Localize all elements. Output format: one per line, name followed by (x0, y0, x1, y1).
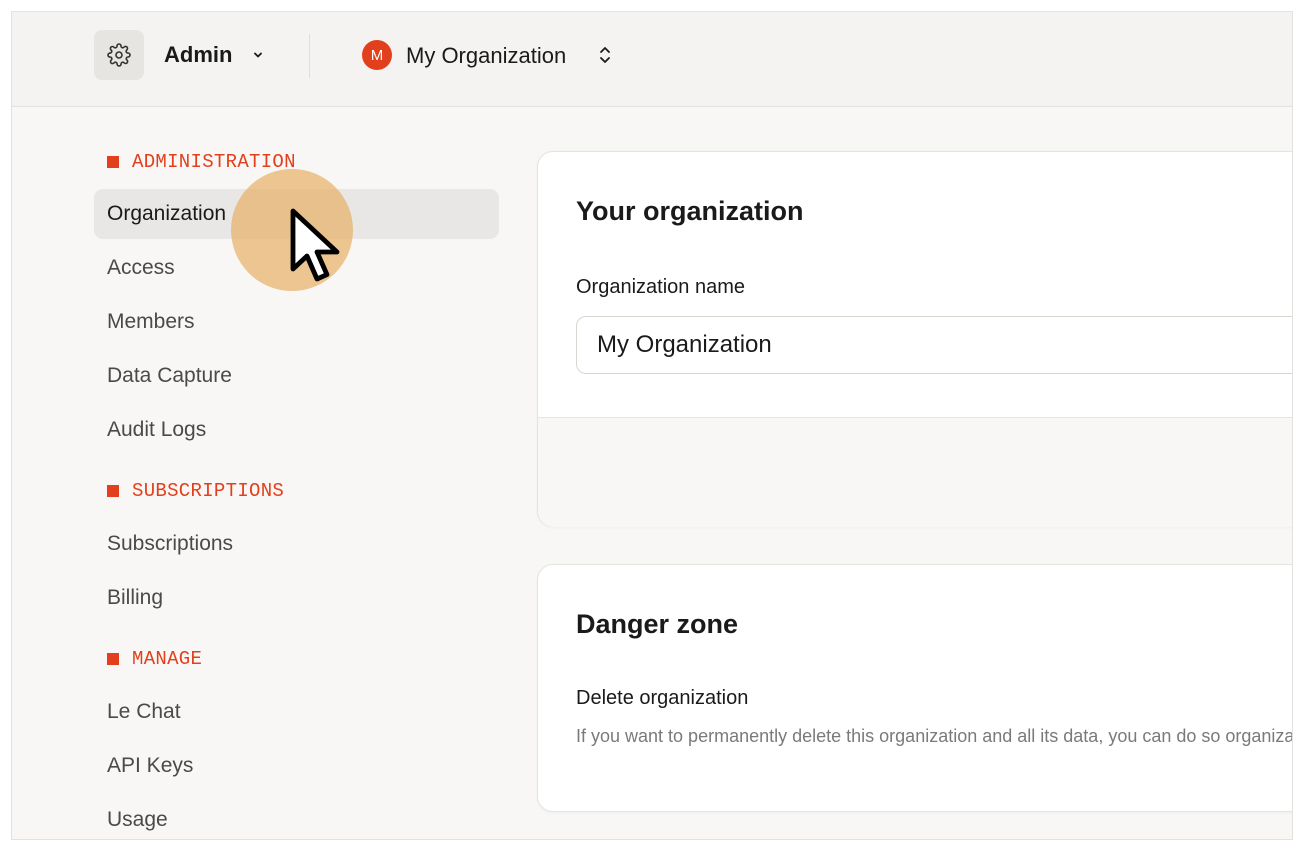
sidebar-item-billing[interactable]: Billing (94, 573, 499, 623)
sidebar-item-subscriptions[interactable]: Subscriptions (94, 519, 499, 569)
gear-icon (107, 43, 131, 67)
org-avatar[interactable]: M (362, 40, 392, 70)
sidebar-item-data-capture[interactable]: Data Capture (94, 351, 499, 401)
topbar-divider (309, 34, 310, 78)
workspace-switcher-label[interactable]: Admin (164, 42, 232, 68)
sidebar-item-members[interactable]: Members (94, 297, 499, 347)
section-marker-icon (107, 156, 119, 168)
card-title: Your organization (576, 196, 804, 226)
sidebar-item-le-chat[interactable]: Le Chat (94, 687, 499, 737)
sidebar-item-audit-logs[interactable]: Audit Logs (94, 405, 499, 455)
section-header-subscriptions: SUBSCRIPTIONS (107, 480, 284, 502)
mouse-pointer-icon (290, 208, 340, 282)
section-header-label: MANAGE (132, 648, 203, 670)
card-title: Danger zone (576, 609, 739, 639)
danger-zone-card: Danger zone Delete organization If you w… (537, 564, 1293, 812)
section-header-label: SUBSCRIPTIONS (132, 480, 285, 502)
sidebar-item-api-keys[interactable]: API Keys (94, 741, 499, 791)
section-header-administration: ADMINISTRATION (107, 151, 296, 173)
delete-organization-description: If you want to permanently delete this o… (576, 726, 1293, 746)
section-header-manage: MANAGE (107, 648, 202, 670)
top-bar: Admin M My Organization (12, 12, 1292, 107)
org-switcher-label[interactable]: My Organization (406, 43, 566, 69)
organization-name-label: Organization name (576, 276, 745, 298)
chevron-down-icon[interactable] (252, 50, 264, 60)
chevron-updown-icon[interactable] (597, 45, 613, 65)
organization-card: Your organization Organization name (537, 151, 1292, 527)
delete-organization-heading: Delete organization (576, 687, 749, 709)
section-header-label: ADMINISTRATION (132, 151, 296, 173)
settings-button[interactable] (94, 30, 144, 80)
app-window: Admin M My Organization ADMINISTRATION O… (11, 11, 1293, 840)
section-marker-icon (107, 653, 119, 665)
card-footer (538, 417, 1292, 527)
sidebar-item-usage[interactable]: Usage (94, 795, 499, 839)
section-marker-icon (107, 485, 119, 497)
organization-name-input[interactable] (576, 316, 1292, 374)
